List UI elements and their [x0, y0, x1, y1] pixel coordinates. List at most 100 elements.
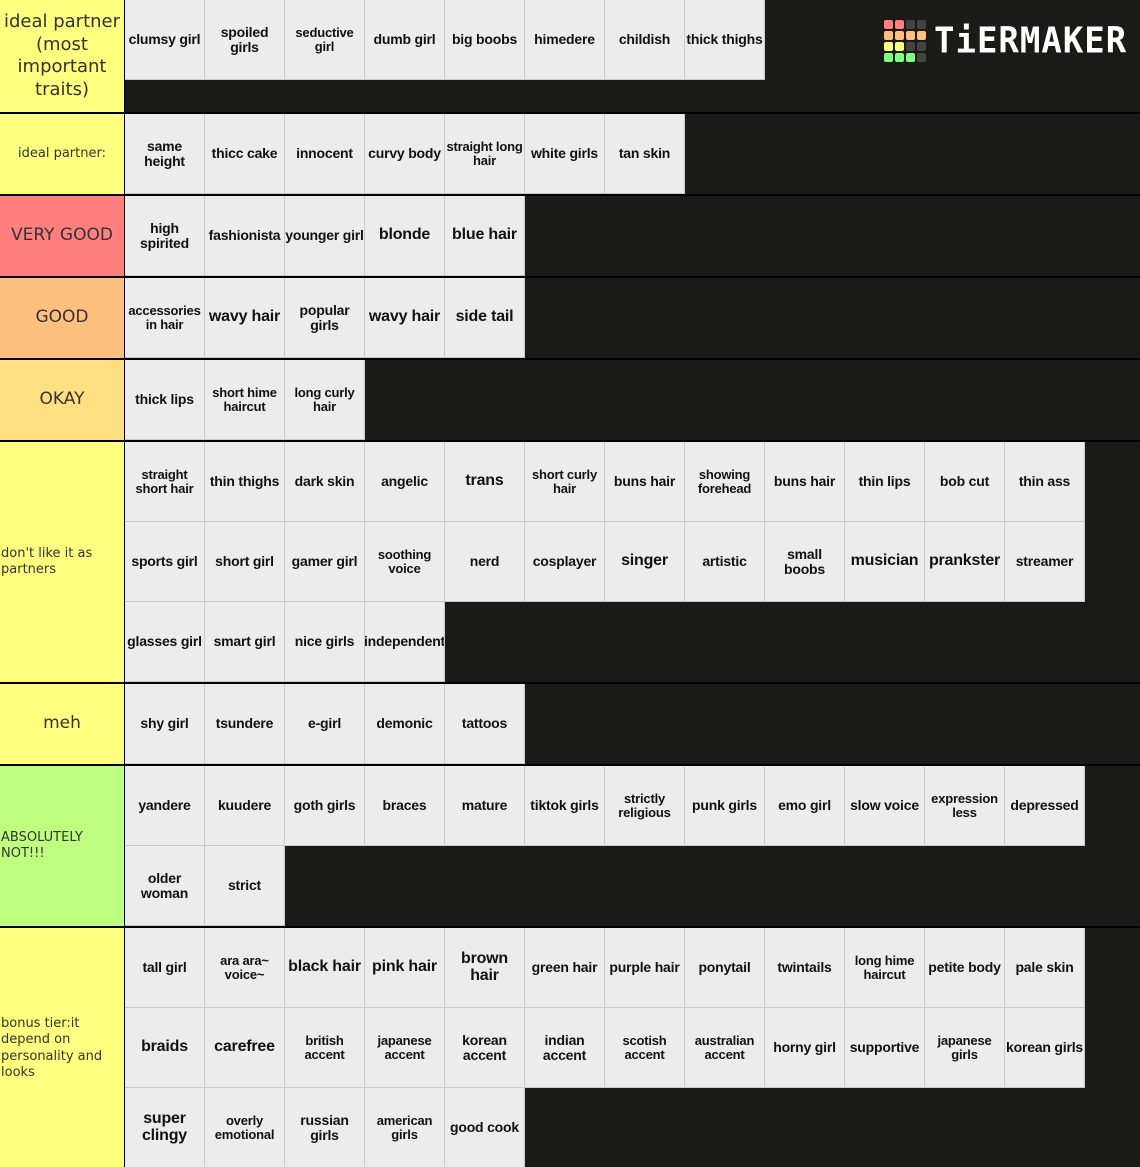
tier-label[interactable]: ideal partner:	[0, 114, 125, 194]
tier-item-tile[interactable]: side tail	[445, 278, 525, 358]
tier-item-tile[interactable]: tall girl	[125, 928, 205, 1008]
tier-item-tile[interactable]: japanese accent	[365, 1008, 445, 1088]
tier-item-tile[interactable]: australian accent	[685, 1008, 765, 1088]
tier-label[interactable]: ideal partner (most important traits)	[0, 0, 125, 112]
tier-item-tile[interactable]: shy girl	[125, 684, 205, 764]
tier-item-tile[interactable]: cosplayer	[525, 522, 605, 602]
tier-item-tile[interactable]: punk girls	[685, 766, 765, 846]
tier-item-tile[interactable]: russian girls	[285, 1088, 365, 1167]
tier-item-tile[interactable]: purple hair	[605, 928, 685, 1008]
tier-item-tile[interactable]: thin lips	[845, 442, 925, 522]
tier-item-tile[interactable]: singer	[605, 522, 685, 602]
tier-item-tile[interactable]: sports girl	[125, 522, 205, 602]
tier-item-tile[interactable]: dumb girl	[365, 0, 445, 80]
tier-label[interactable]: don't like it as partners	[0, 442, 125, 682]
tier-item-tile[interactable]: twintails	[765, 928, 845, 1008]
tier-item-tile[interactable]: artistic	[685, 522, 765, 602]
tier-item-tile[interactable]: yandere	[125, 766, 205, 846]
tier-item-tile[interactable]: same height	[125, 114, 205, 194]
tier-item-tile[interactable]: ara ara~ voice~	[205, 928, 285, 1008]
tier-item-tile[interactable]: curvy body	[365, 114, 445, 194]
tier-item-tile[interactable]: depressed	[1005, 766, 1085, 846]
tier-label[interactable]: VERY GOOD	[0, 196, 125, 276]
tier-item-tile[interactable]: nice girls	[285, 602, 365, 682]
tier-item-tile[interactable]: popular girls	[285, 278, 365, 358]
tier-item-tile[interactable]: angelic	[365, 442, 445, 522]
tier-item-tile[interactable]: strictly religious	[605, 766, 685, 846]
tier-item-tile[interactable]: straight long hair	[445, 114, 525, 194]
tier-item-tile[interactable]: buns hair	[765, 442, 845, 522]
tier-item-tile[interactable]: strict	[205, 846, 285, 926]
tier-item-tile[interactable]: pink hair	[365, 928, 445, 1008]
tier-item-tile[interactable]: childish	[605, 0, 685, 80]
tier-item-tile[interactable]: seductive girl	[285, 0, 365, 80]
tier-item-tile[interactable]: pale skin	[1005, 928, 1085, 1008]
tier-item-tile[interactable]: gamer girl	[285, 522, 365, 602]
tier-item-tile[interactable]: short curly hair	[525, 442, 605, 522]
tier-label[interactable]: OKAY	[0, 360, 125, 440]
tier-item-tile[interactable]: bob cut	[925, 442, 1005, 522]
tier-item-tile[interactable]: nerd	[445, 522, 525, 602]
tier-item-tile[interactable]: tattoos	[445, 684, 525, 764]
tier-item-tile[interactable]: emo girl	[765, 766, 845, 846]
tier-item-tile[interactable]: american girls	[365, 1088, 445, 1167]
tier-item-tile[interactable]: tan skin	[605, 114, 685, 194]
tier-item-tile[interactable]: wavy hair	[205, 278, 285, 358]
tier-item-tile[interactable]: super clingy	[125, 1088, 205, 1167]
tier-item-tile[interactable]: spoiled girls	[205, 0, 285, 80]
tier-item-tile[interactable]: small boobs	[765, 522, 845, 602]
tier-item-tile[interactable]: white girls	[525, 114, 605, 194]
tier-item-tile[interactable]: younger girl	[285, 196, 365, 276]
tier-item-tile[interactable]: e-girl	[285, 684, 365, 764]
tier-item-tile[interactable]: tsundere	[205, 684, 285, 764]
tier-item-tile[interactable]: long hime haircut	[845, 928, 925, 1008]
tier-item-tile[interactable]: expression less	[925, 766, 1005, 846]
tier-item-tile[interactable]: wavy hair	[365, 278, 445, 358]
tier-item-tile[interactable]: smart girl	[205, 602, 285, 682]
tier-item-tile[interactable]: brown hair	[445, 928, 525, 1008]
tier-item-tile[interactable]: thicc cake	[205, 114, 285, 194]
tier-item-tile[interactable]: streamer	[1005, 522, 1085, 602]
tier-item-tile[interactable]: musician	[845, 522, 925, 602]
tier-item-tile[interactable]: thin ass	[1005, 442, 1085, 522]
tier-item-tile[interactable]: glasses girl	[125, 602, 205, 682]
tier-item-tile[interactable]: green hair	[525, 928, 605, 1008]
tier-item-tile[interactable]: overly emotional	[205, 1088, 285, 1167]
tier-item-tile[interactable]: dark skin	[285, 442, 365, 522]
tier-item-tile[interactable]: long curly hair	[285, 360, 365, 440]
tier-item-tile[interactable]: korean girls	[1005, 1008, 1085, 1088]
tier-item-tile[interactable]: tiktok girls	[525, 766, 605, 846]
tier-item-tile[interactable]: kuudere	[205, 766, 285, 846]
tier-item-tile[interactable]: slow voice	[845, 766, 925, 846]
tier-item-tile[interactable]: mature	[445, 766, 525, 846]
tier-item-tile[interactable]: korean accent	[445, 1008, 525, 1088]
tier-item-tile[interactable]: accessories in hair	[125, 278, 205, 358]
tier-item-tile[interactable]: carefree	[205, 1008, 285, 1088]
tier-label[interactable]: GOOD	[0, 278, 125, 358]
tier-item-tile[interactable]: braids	[125, 1008, 205, 1088]
tier-item-tile[interactable]: big boobs	[445, 0, 525, 80]
tier-label[interactable]: meh	[0, 684, 125, 764]
tier-item-tile[interactable]: straight short hair	[125, 442, 205, 522]
tier-item-tile[interactable]: supportive	[845, 1008, 925, 1088]
tier-item-tile[interactable]: trans	[445, 442, 525, 522]
tier-item-tile[interactable]: short hime haircut	[205, 360, 285, 440]
tier-item-tile[interactable]: soothing voice	[365, 522, 445, 602]
tier-item-tile[interactable]: fashionista	[205, 196, 285, 276]
tier-item-tile[interactable]: prankster	[925, 522, 1005, 602]
tier-item-tile[interactable]: independent	[365, 602, 445, 682]
tier-item-tile[interactable]: blonde	[365, 196, 445, 276]
tier-item-tile[interactable]: high spirited	[125, 196, 205, 276]
tier-item-tile[interactable]: buns hair	[605, 442, 685, 522]
tier-item-tile[interactable]: indian accent	[525, 1008, 605, 1088]
tier-item-tile[interactable]: clumsy girl	[125, 0, 205, 80]
tier-item-tile[interactable]: scotish accent	[605, 1008, 685, 1088]
tier-item-tile[interactable]: black hair	[285, 928, 365, 1008]
tier-item-tile[interactable]: thick thighs	[685, 0, 765, 80]
tier-item-tile[interactable]: petite body	[925, 928, 1005, 1008]
tier-item-tile[interactable]: innocent	[285, 114, 365, 194]
tier-item-tile[interactable]: ponytail	[685, 928, 765, 1008]
tier-item-tile[interactable]: thick lips	[125, 360, 205, 440]
tier-item-tile[interactable]: good cook	[445, 1088, 525, 1167]
tier-label[interactable]: bonus tier:it depend on personality and …	[0, 928, 125, 1167]
